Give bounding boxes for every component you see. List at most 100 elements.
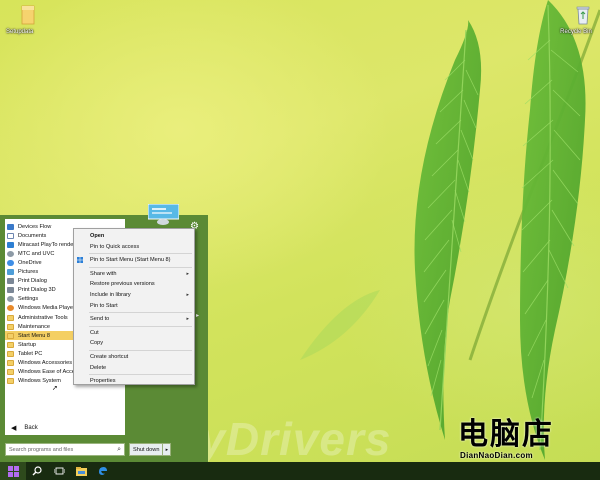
context-menu-item-label: Include in library	[90, 292, 131, 298]
edge-button[interactable]	[92, 462, 114, 480]
context-menu-item[interactable]: Pin to Start	[74, 301, 194, 311]
start-menu-item-label: Pictures	[18, 269, 39, 276]
folder-icon	[21, 5, 35, 25]
context-menu-item-label: Pin to Quick access	[90, 243, 140, 250]
search-button[interactable]	[26, 462, 48, 480]
desktop-icon-setupdata[interactable]: Setupdata	[4, 5, 48, 35]
start-menu-item-label: Devices Flow	[18, 223, 52, 230]
context-menu-item[interactable]: Include in library ▸	[74, 290, 194, 300]
back-label: Back	[24, 425, 38, 431]
user-avatar[interactable]	[147, 203, 180, 225]
context-menu-item[interactable]: Properties	[74, 376, 194, 386]
windows-logo-icon	[7, 465, 19, 477]
back-arrow-icon: ◀	[11, 425, 17, 432]
start-menu-item-label: Print Dialog	[18, 278, 47, 285]
desktop-icon-recycle-bin[interactable]: Recycle Bin	[554, 5, 598, 35]
shutdown-options-chevron-icon[interactable]: ▸	[163, 443, 172, 456]
folder-icon	[7, 360, 14, 367]
desktop-icon-label: Setupdata	[6, 29, 34, 35]
context-menu-item-label: Share with	[90, 270, 117, 277]
task-view-icon	[53, 467, 65, 475]
back-button[interactable]: ◀ Back	[5, 421, 125, 435]
start-menu-item-label: Start Menu 8	[18, 332, 51, 339]
gear-icon	[7, 250, 14, 257]
documents-icon	[7, 232, 14, 239]
shutdown-control: Shut down ▸	[129, 443, 172, 456]
menu-separator	[89, 266, 192, 268]
menu-separator	[89, 253, 192, 255]
context-menu-item-label: Create shortcut	[90, 354, 129, 360]
context-menu-item[interactable]: Pin to Start Menu (Start Menu 8)	[74, 255, 194, 265]
start-menu-item-label: Windows Ease of Access	[18, 369, 81, 376]
watermark-logo: 电脑店 DianNaoDian.com	[458, 419, 598, 461]
task-view-button[interactable]	[48, 462, 70, 480]
chevron-right-icon[interactable]: ▸	[196, 312, 199, 319]
context-menu-item-label: Pin to Start	[90, 302, 118, 309]
context-menu-item[interactable]: Share with ▸	[74, 269, 194, 279]
context-menu-item[interactable]: Send to ▸	[74, 314, 194, 324]
context-menu-item[interactable]: Copy	[74, 338, 194, 348]
context-menu-item[interactable]: Cut	[74, 328, 194, 338]
watermark-logo-cn: 电脑店	[458, 417, 554, 452]
context-menu-item[interactable]: Open	[74, 231, 194, 241]
desktop-icon-label: Recycle Bin	[560, 29, 592, 35]
recycle-bin-icon	[576, 6, 590, 25]
context-menu-item-label: Copy	[90, 340, 104, 347]
menu-separator	[89, 325, 192, 327]
printer-icon	[7, 287, 14, 294]
context-menu-item[interactable]: Restore previous versions	[74, 279, 194, 289]
printer-icon	[7, 278, 14, 285]
taskbar	[0, 462, 600, 480]
context-menu-item-label: Properties	[90, 378, 116, 385]
submenu-arrow-icon: ▸	[186, 292, 189, 298]
menu-separator	[89, 312, 192, 314]
pictures-icon	[7, 269, 14, 276]
start-menu-item-label: Settings	[18, 296, 39, 303]
context-menu-item-label: Send to	[90, 316, 110, 323]
start-menu-item-label: Miracast PlayTo renderer	[18, 241, 81, 248]
search-input[interactable]: Search programs and files ⌕	[5, 443, 125, 456]
start-menu-item-label: Windows Accessories	[18, 360, 73, 367]
start-menu-item-label: MTC and UVC	[18, 250, 55, 257]
context-menu-item-label: Cut	[90, 329, 99, 336]
mouse-cursor-icon: ➚	[52, 385, 58, 392]
folder-icon	[7, 369, 14, 376]
start-menu-item-label: Print Dialog 3D	[18, 287, 56, 294]
watermark-logo-en: DianNaoDian.com	[460, 451, 533, 460]
start-menu-item-label: Startup	[18, 341, 37, 348]
context-menu-item-label: Restore previous versions	[90, 281, 155, 288]
folder-icon	[7, 378, 14, 385]
file-explorer-icon	[75, 466, 87, 476]
devices-flow-icon	[7, 223, 14, 230]
folder-icon	[7, 350, 14, 357]
media-player-icon	[7, 305, 14, 312]
start-menu-item-label: Documents	[18, 232, 47, 239]
start-button[interactable]	[0, 462, 26, 480]
search-icon: ⌕	[117, 446, 121, 453]
miracast-icon	[7, 241, 14, 248]
start-menu-item-label: Windows Media Player	[18, 305, 75, 312]
start-menu-item-label: Administrative Tools	[18, 314, 68, 321]
context-menu-item[interactable]: Pin to Quick access	[74, 242, 194, 252]
context-menu-item-label: Open	[90, 233, 105, 239]
submenu-arrow-icon: ▸	[186, 270, 189, 277]
start-menu-item-label: Maintenance	[18, 323, 51, 330]
context-menu-item[interactable]: Create shortcut	[74, 352, 194, 362]
context-menu-item-label: Delete	[90, 364, 107, 371]
windows-logo-icon	[77, 257, 83, 264]
search-icon	[32, 466, 42, 476]
start-menu-item-label: Tablet PC	[18, 350, 43, 357]
folder-icon	[7, 314, 14, 321]
context-menu: Open Pin to Quick access Pin to Start Menu…	[73, 228, 195, 385]
search-placeholder: Search programs and files	[9, 446, 74, 453]
context-menu-item-label: Pin to Start Menu (Start Menu 8)	[90, 257, 171, 264]
shutdown-button[interactable]: Shut down	[129, 443, 164, 456]
user-picture-icon	[147, 203, 180, 225]
gear-icon	[7, 296, 14, 303]
onedrive-icon	[7, 259, 14, 266]
folder-icon	[7, 323, 14, 330]
file-explorer-button[interactable]	[70, 462, 92, 480]
context-menu-item[interactable]: Delete	[74, 363, 194, 373]
edge-icon	[99, 467, 107, 476]
menu-separator	[89, 350, 192, 351]
